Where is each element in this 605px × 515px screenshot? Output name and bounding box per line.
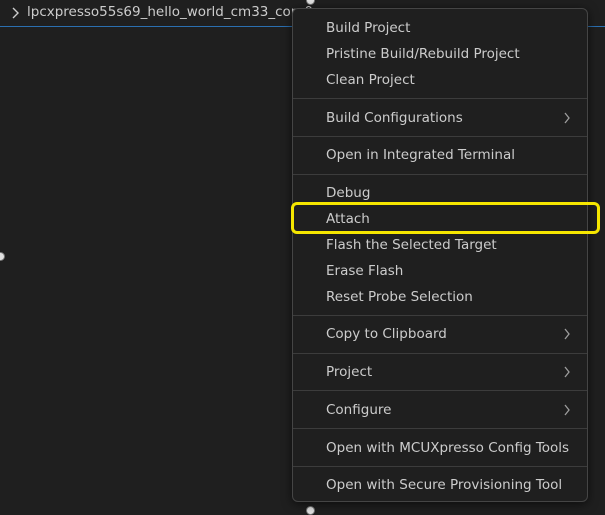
menu-item-label: Reset Probe Selection [326,289,473,305]
project-name-label: lpcxpresso55s69_hello_world_cm33_core0 [27,4,313,20]
menu-item-label: Copy to Clipboard [326,326,447,342]
menu-item-label: Configure [326,402,392,418]
chevron-right-icon [564,366,570,378]
chevron-right-icon [564,112,570,124]
menu-item-label: Erase Flash [326,263,404,279]
context-menu: Build Project Pristine Build/Rebuild Pro… [292,8,588,502]
menu-item-reset-probe[interactable]: Reset Probe Selection [293,285,587,311]
menu-item-label: Open with MCUXpresso Config Tools [326,440,570,456]
menu-item-clean-project[interactable]: Clean Project [293,68,587,94]
menu-item-mcuxpresso-config[interactable]: Open with MCUXpresso Config Tools [293,436,587,462]
menu-item-secure-provisioning[interactable]: Open with Secure Provisioning Tool [293,473,587,499]
menu-separator [293,98,587,99]
menu-item-label: Debug [326,185,371,201]
menu-item-label: Build Configurations [326,110,463,126]
menu-item-configure[interactable]: Configure [293,398,587,424]
menu-separator [293,466,587,467]
menu-item-label: Clean Project [326,72,415,88]
menu-separator [293,174,587,175]
menu-separator [293,353,587,354]
menu-separator [293,428,587,429]
menu-item-label: Flash the Selected Target [326,237,497,253]
menu-item-project[interactable]: Project [293,360,587,386]
chevron-right-icon[interactable] [10,6,20,20]
menu-item-copy-clipboard[interactable]: Copy to Clipboard [293,322,587,348]
menu-separator [293,136,587,137]
menu-item-erase-flash[interactable]: Erase Flash [293,259,587,285]
chevron-right-icon [564,328,570,340]
menu-separator [293,315,587,316]
chevron-right-icon [564,404,570,416]
menu-item-build-project[interactable]: Build Project [293,16,587,42]
menu-item-label: Pristine Build/Rebuild Project [326,46,520,62]
menu-item-label: Open in Integrated Terminal [326,147,515,163]
menu-item-label: Project [326,364,373,380]
menu-item-label: Open with Secure Provisioning Tool [326,477,563,493]
resize-handle-left[interactable] [0,252,5,261]
menu-separator [293,390,587,391]
menu-item-pristine-build[interactable]: Pristine Build/Rebuild Project [293,42,587,68]
attach-highlight-box [291,202,600,234]
menu-item-flash-target[interactable]: Flash the Selected Target [293,233,587,259]
menu-item-build-configurations[interactable]: Build Configurations [293,106,587,132]
menu-item-label: Build Project [326,20,411,36]
menu-item-open-terminal[interactable]: Open in Integrated Terminal [293,143,587,169]
